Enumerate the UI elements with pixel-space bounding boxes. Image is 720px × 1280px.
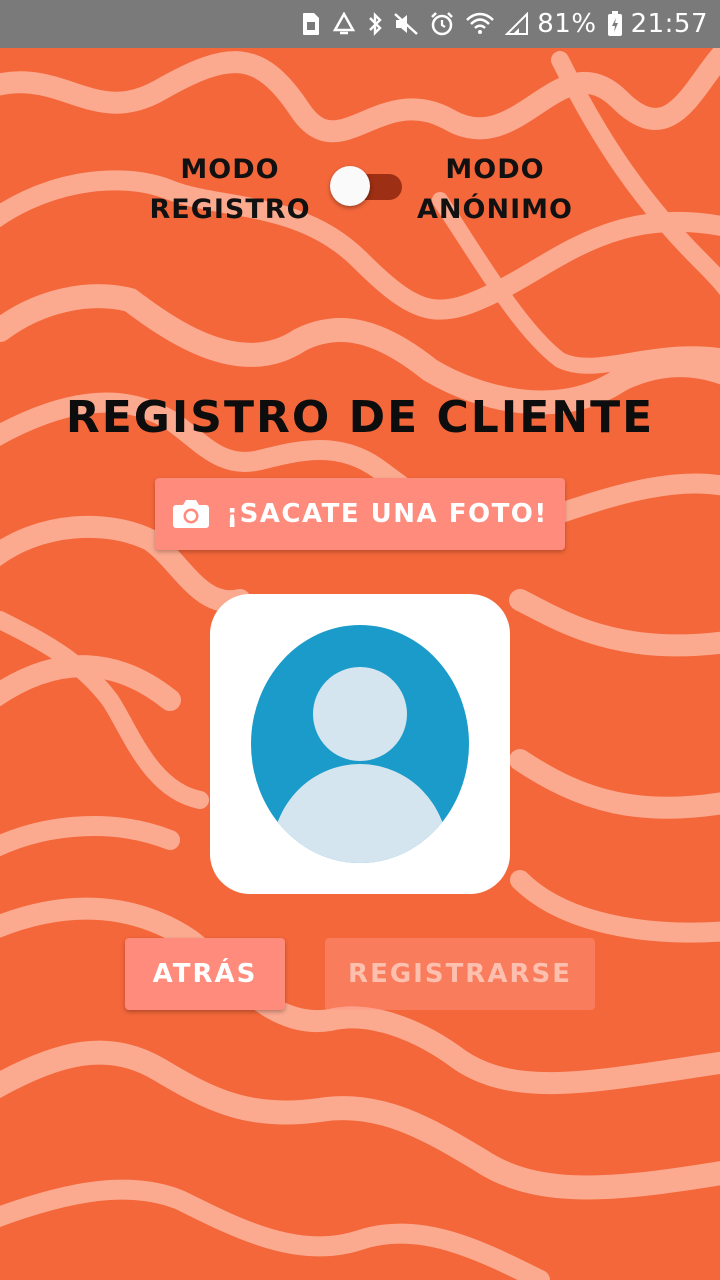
mode-toggle-switch[interactable] bbox=[330, 166, 402, 208]
mute-icon bbox=[393, 12, 419, 36]
switch-thumb[interactable] bbox=[330, 166, 370, 206]
take-photo-label: ¡Sacate una foto! bbox=[226, 499, 548, 529]
back-button[interactable]: Atrás bbox=[125, 938, 285, 1010]
wifi-icon bbox=[465, 12, 495, 36]
status-bar: 81% 21:57 bbox=[0, 0, 720, 48]
take-photo-button[interactable]: ¡Sacate una foto! bbox=[155, 478, 565, 550]
mode-registro-line-2: Registro bbox=[149, 194, 311, 225]
bluetooth-icon bbox=[367, 11, 383, 37]
mode-registro-label: Modo Registro bbox=[145, 150, 315, 230]
profile-photo-preview bbox=[210, 594, 510, 894]
user-avatar-icon bbox=[251, 625, 469, 863]
register-button[interactable]: Registrarse bbox=[325, 938, 595, 1010]
signal-icon bbox=[505, 12, 529, 36]
mode-registro-line-1: Modo bbox=[180, 154, 280, 185]
mode-anonimo-label: Modo Anónimo bbox=[410, 150, 580, 230]
recycle-icon bbox=[331, 12, 357, 36]
camera-icon bbox=[172, 499, 210, 529]
clock-time: 21:57 bbox=[630, 9, 708, 39]
mode-anonimo-line-1: Modo bbox=[445, 154, 545, 185]
mode-anonimo-line-2: Anónimo bbox=[417, 194, 573, 225]
battery-percent: 81% bbox=[537, 9, 597, 39]
alarm-icon bbox=[429, 11, 455, 37]
sim-card-icon bbox=[301, 12, 321, 36]
page-title: Registro de Cliente bbox=[65, 392, 655, 443]
battery-charging-icon bbox=[607, 11, 623, 37]
app-screen: 81% 21:57 Modo Registro Modo Anónimo Reg… bbox=[0, 0, 720, 1280]
